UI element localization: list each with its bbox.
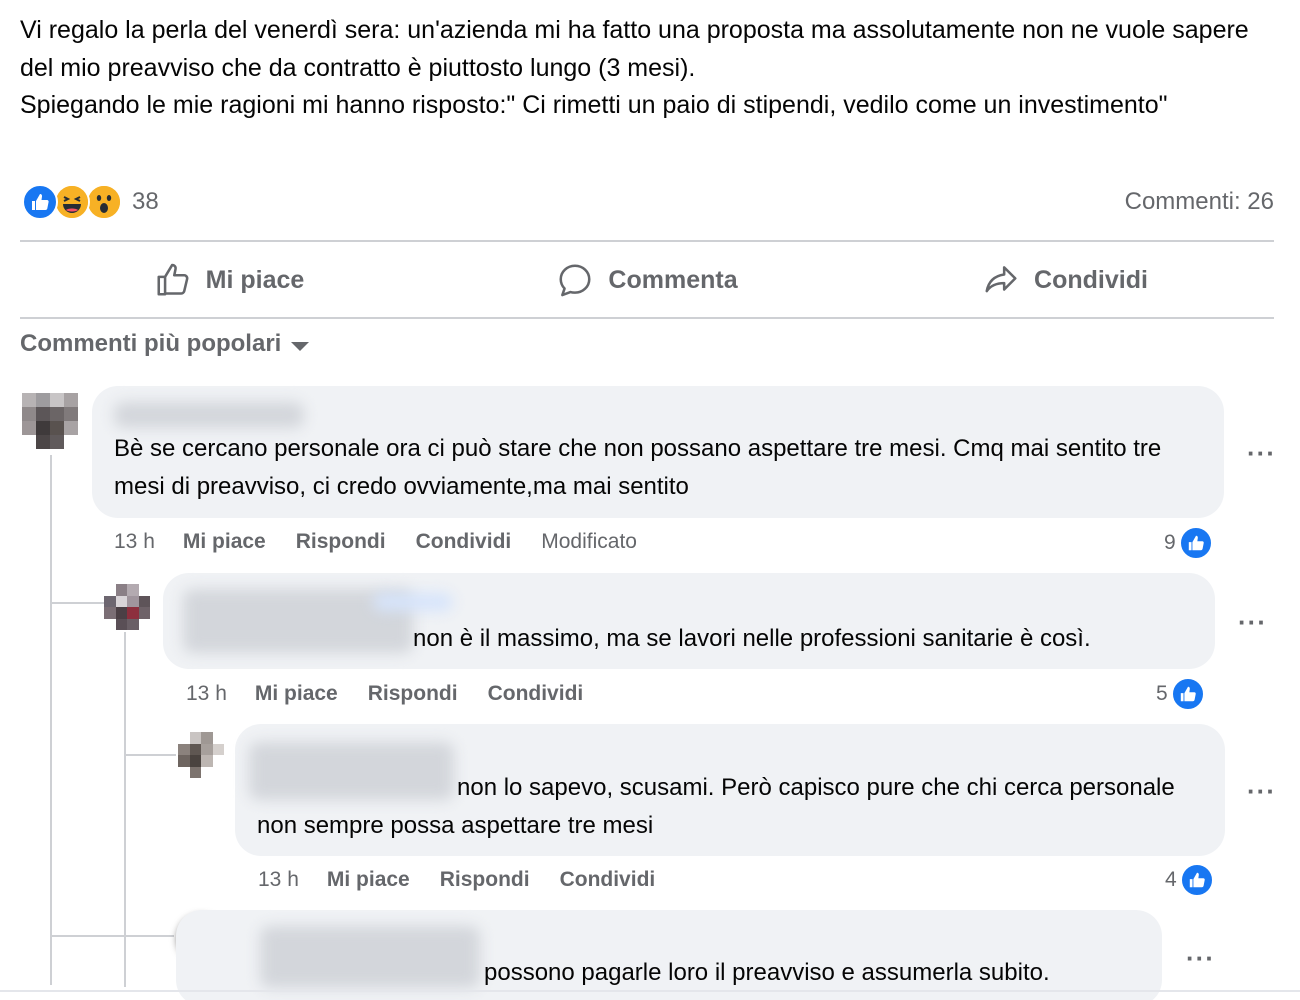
comment-reply-link[interactable]: Rispondi: [368, 682, 458, 706]
edited-label[interactable]: Modificato: [541, 530, 637, 554]
like-count-value: 9: [1164, 531, 1176, 554]
more-options-icon[interactable]: ···: [1238, 609, 1267, 635]
comment-like-link[interactable]: Mi piace: [183, 530, 266, 554]
comment-like-count[interactable]: 9: [1164, 526, 1213, 560]
divider: [20, 317, 1274, 319]
comment-reply-link[interactable]: Rispondi: [296, 530, 386, 554]
comment-share-link[interactable]: Condividi: [416, 530, 512, 554]
comment-button-label: Commenta: [608, 265, 738, 294]
comment-bubble: non è il massimo, ma se lavori nelle pro…: [163, 573, 1215, 669]
comment-button[interactable]: Commenta: [438, 244, 856, 316]
caret-down-icon: [291, 341, 310, 351]
divider: [0, 990, 1300, 992]
share-button-label: Condividi: [1034, 265, 1148, 294]
thread-connector: [50, 935, 174, 937]
comment-share-link[interactable]: Condividi: [488, 682, 584, 706]
post-text-paragraph-2: Spiegando le mie ragioni mi hanno rispos…: [20, 91, 1168, 119]
comment-like-link[interactable]: Mi piace: [327, 868, 410, 892]
post-actions: Mi piace Commenta Condividi: [20, 244, 1274, 316]
comment-time[interactable]: 13 h: [114, 530, 155, 554]
comment-like-count[interactable]: 5: [1156, 677, 1205, 711]
comment-like-link[interactable]: Mi piace: [255, 682, 338, 706]
avatar[interactable]: [22, 393, 78, 449]
author-name-blurred[interactable]: [260, 926, 480, 988]
mention-blurred[interactable]: [373, 593, 453, 611]
more-options-icon[interactable]: ···: [1247, 778, 1276, 804]
comment-bubble-icon: [559, 264, 591, 297]
haha-reaction-icon: [54, 184, 90, 220]
reactions-summary: 38 Commenti: 26: [22, 184, 1274, 220]
comment-sort-label: Commenti più popolari: [20, 330, 282, 357]
like-badge-icon: [1178, 526, 1213, 560]
comment-text: Bè se cercano personale ora ci può stare…: [114, 435, 1162, 500]
comment-text: non lo sapevo, scusami. Però capisco pur…: [257, 774, 1175, 839]
comment-bubble: possono pagarle loro il preavviso e assu…: [176, 910, 1162, 1000]
comment-share-link[interactable]: Condividi: [560, 868, 656, 892]
comment-sort-dropdown[interactable]: Commenti più popolari: [20, 330, 310, 358]
share-button[interactable]: Condividi: [856, 244, 1274, 316]
more-options-icon[interactable]: ···: [1186, 945, 1215, 971]
like-badge-icon: [1170, 677, 1205, 711]
like-button-label: Mi piace: [205, 265, 305, 294]
thread-connector: [124, 754, 176, 756]
post-text-paragraph-1: Vi regalo la perla del venerdì sera: un'…: [20, 16, 1249, 82]
like-button[interactable]: Mi piace: [20, 244, 438, 316]
reaction-count[interactable]: 38: [132, 188, 159, 216]
comment-meta: 13 h Mi piace Rispondi Condividi: [186, 682, 583, 706]
comment-reply-link[interactable]: Rispondi: [440, 868, 530, 892]
comment-bubble: non lo sapevo, scusami. Però capisco pur…: [235, 724, 1225, 856]
like-badge-icon: [1179, 863, 1214, 897]
author-name-blurred[interactable]: [114, 402, 304, 428]
comment-meta: 13 h Mi piace Rispondi Condividi Modific…: [114, 530, 637, 554]
like-reaction-icon: [22, 184, 58, 220]
comment-like-count[interactable]: 4: [1165, 863, 1214, 897]
divider: [20, 240, 1274, 242]
comment-text: non è il massimo, ma se lavori nelle pro…: [413, 625, 1091, 652]
avatar[interactable]: [104, 584, 150, 630]
comments-count[interactable]: Commenti: 26: [1125, 188, 1274, 216]
thread-connector: [50, 602, 104, 604]
comment-text: possono pagarle loro il preavviso e assu…: [484, 959, 1050, 986]
like-count-value: 5: [1156, 682, 1168, 705]
comment-time[interactable]: 13 h: [186, 682, 227, 706]
avatar[interactable]: [178, 732, 224, 778]
wow-reaction-icon: [86, 184, 122, 220]
comment-meta: 13 h Mi piace Rispondi Condividi: [258, 868, 655, 892]
thumbs-up-icon: [157, 263, 189, 296]
share-arrow-icon: [985, 266, 1017, 293]
reaction-icons[interactable]: [22, 184, 122, 220]
post-text: Vi regalo la perla del venerdì sera: un'…: [20, 12, 1260, 125]
more-options-icon[interactable]: ···: [1247, 440, 1276, 466]
thread-line: [124, 632, 126, 987]
thread-line: [50, 455, 52, 985]
comment-bubble: Bè se cercano personale ora ci può stare…: [92, 386, 1224, 518]
like-count-value: 4: [1165, 868, 1177, 891]
comment-time[interactable]: 13 h: [258, 868, 299, 892]
